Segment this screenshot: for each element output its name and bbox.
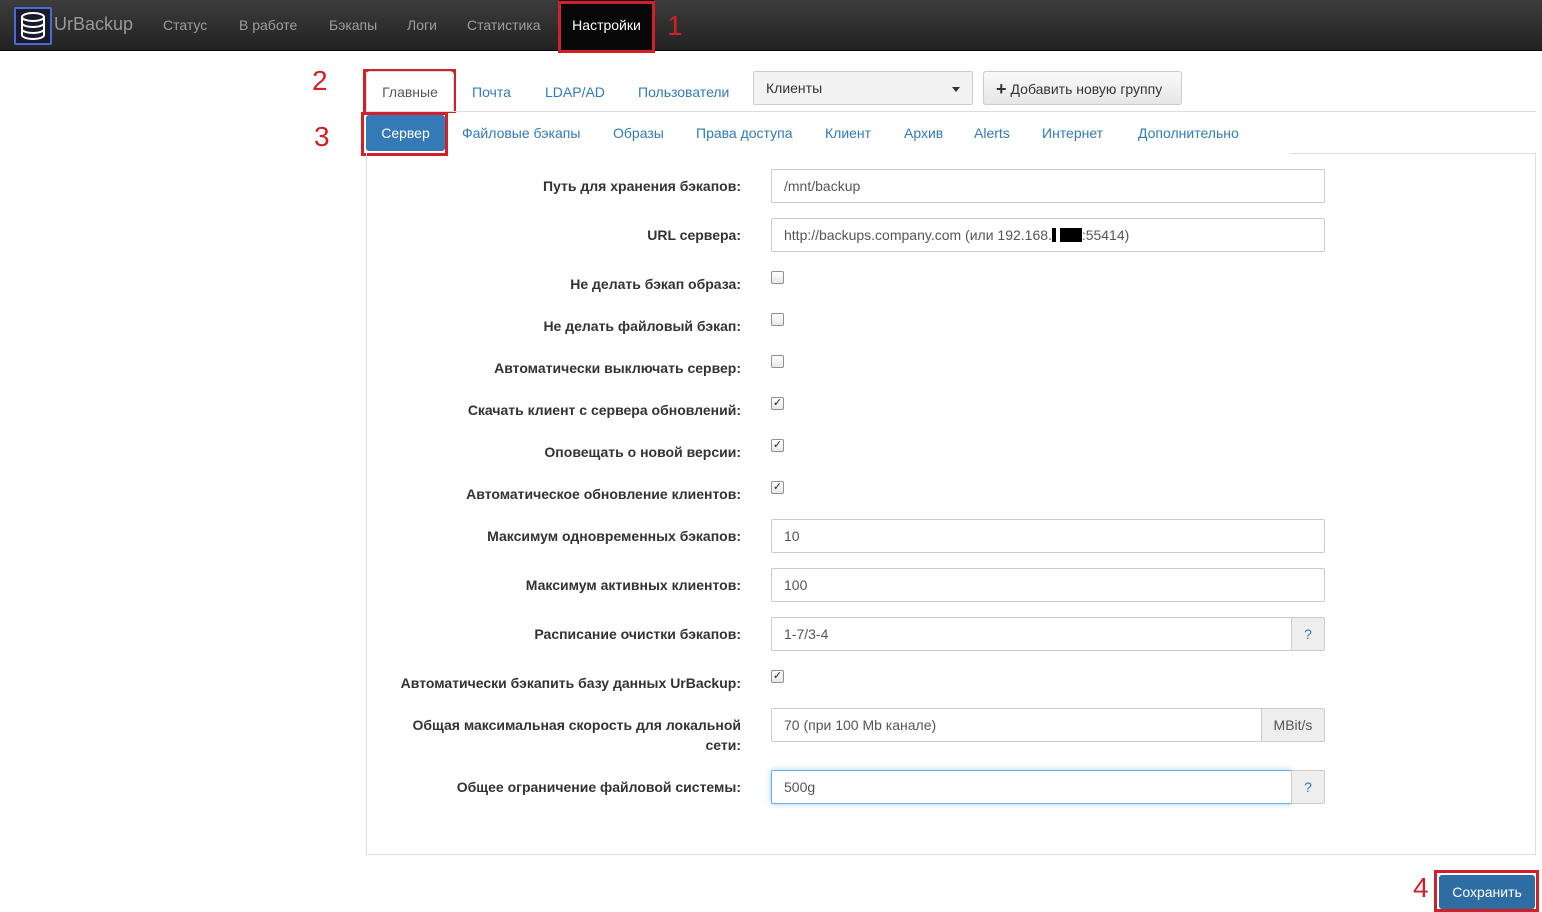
max-speed-input[interactable]: 70 (при 100 Mb канале)	[771, 708, 1262, 742]
auto-shutdown-checkbox[interactable]	[771, 355, 784, 368]
fs-limit-help-button[interactable]: ?	[1291, 770, 1325, 804]
tab-general[interactable]: Главные	[366, 71, 454, 111]
group-select[interactable]: Клиенты	[753, 71, 973, 105]
tab-internet[interactable]: Интернет	[1042, 125, 1103, 141]
server-url-value-end: :55414)	[1081, 227, 1130, 243]
nav-in-progress[interactable]: В работе	[239, 17, 297, 33]
tab-server[interactable]: Сервер	[366, 115, 445, 151]
tab-mail[interactable]: Почта	[472, 84, 511, 100]
max-simultaneous-input[interactable]: 10	[771, 519, 1325, 553]
auto-shutdown-label: Автоматически выключать сервер:	[494, 360, 741, 376]
tab-client[interactable]: Клиент	[825, 125, 871, 141]
tab-ldap[interactable]: LDAP/AD	[545, 84, 605, 100]
no-file-backup-label: Не делать файловый бэкап:	[543, 318, 741, 334]
add-group-button[interactable]: + Добавить новую группу	[983, 71, 1182, 105]
save-button[interactable]: Сохранить	[1439, 875, 1535, 909]
add-group-label: Добавить новую группу	[1010, 81, 1163, 97]
cleanup-schedule-input[interactable]: 1-7/3-4	[771, 617, 1292, 651]
backup-db-checkbox[interactable]: ✓	[771, 670, 784, 683]
server-url-value-start: http://backups.company.com (или 192.168.	[784, 227, 1052, 243]
download-client-checkbox[interactable]: ✓	[771, 397, 784, 410]
urbackup-logo-icon[interactable]	[14, 7, 52, 45]
max-speed-label: Общая максимальная скорость для локально…	[412, 717, 741, 753]
redaction-mark	[1051, 228, 1056, 242]
notify-version-checkbox[interactable]: ✓	[771, 439, 784, 452]
no-image-backup-label: Не делать бэкап образа:	[570, 276, 741, 292]
max-simultaneous-label: Максимум одновременных бэкапов:	[487, 528, 741, 544]
tab-file-backups[interactable]: Файловые бэкапы	[462, 125, 580, 141]
speed-unit-addon: MBit/s	[1261, 708, 1325, 742]
max-active-clients-label: Максимум активных клиентов:	[525, 577, 741, 593]
no-file-backup-checkbox[interactable]	[771, 313, 784, 326]
annotation-number-3: 3	[314, 121, 330, 152]
tabs-divider	[366, 111, 1536, 112]
backup-path-label: Путь для хранения бэкапов:	[543, 178, 741, 194]
brand-title[interactable]: UrBackup	[54, 14, 133, 35]
backup-path-input[interactable]: /mnt/backup	[771, 169, 1325, 203]
tab-images[interactable]: Образы	[613, 125, 664, 141]
nav-statistics[interactable]: Статистика	[467, 17, 541, 33]
download-client-label: Скачать клиент с сервера обновлений:	[467, 402, 741, 418]
annotation-number-4: 4	[1413, 872, 1429, 903]
annotation-number-2: 2	[312, 65, 328, 96]
notify-version-label: Оповещать о новой версии:	[544, 444, 741, 460]
fs-limit-input[interactable]: 500g	[771, 770, 1292, 804]
plus-icon: +	[996, 79, 1007, 99]
tab-archive[interactable]: Архив	[904, 125, 943, 141]
auto-update-clients-checkbox[interactable]: ✓	[771, 481, 784, 494]
cleanup-help-button[interactable]: ?	[1291, 617, 1325, 651]
max-active-clients-input[interactable]: 100	[771, 568, 1325, 602]
server-url-input[interactable]: http://backups.company.com (или 192.168.…	[771, 218, 1325, 252]
server-url-label: URL сервера:	[647, 227, 741, 243]
top-navbar: UrBackup Статус В работе Бэкапы Логи Ста…	[0, 0, 1542, 51]
fs-limit-label: Общее ограничение файловой системы:	[456, 779, 741, 795]
nav-backups[interactable]: Бэкапы	[329, 17, 377, 33]
group-select-value: Клиенты	[766, 80, 823, 96]
tab-users[interactable]: Пользователи	[638, 84, 729, 100]
panel-top-border	[1290, 153, 1536, 154]
nav-logs[interactable]: Логи	[407, 17, 437, 33]
tab-permissions[interactable]: Права доступа	[696, 125, 792, 141]
auto-update-clients-label: Автоматическое обновление клиентов:	[466, 486, 741, 502]
tab-alerts[interactable]: Alerts	[974, 125, 1010, 141]
nav-settings[interactable]: Настройки	[559, 0, 654, 51]
no-image-backup-checkbox[interactable]	[771, 271, 784, 284]
chevron-down-icon	[952, 87, 960, 92]
cleanup-schedule-label: Расписание очистки бэкапов:	[534, 626, 741, 642]
nav-status[interactable]: Статус	[163, 17, 207, 33]
tab-advanced[interactable]: Дополнительно	[1138, 125, 1239, 141]
annotation-number-1: 1	[667, 10, 683, 41]
redaction-mark	[1059, 228, 1082, 242]
backup-db-label: Автоматически бэкапить базу данных UrBac…	[400, 675, 741, 691]
